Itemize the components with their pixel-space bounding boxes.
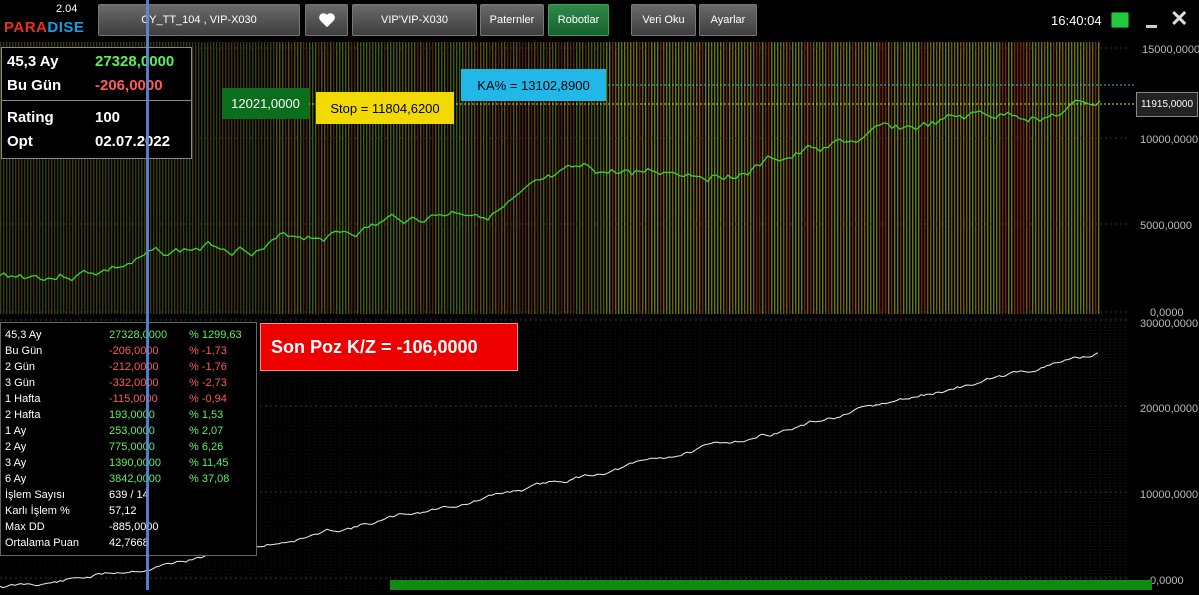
performance-percent: % -2,73 bbox=[189, 377, 227, 389]
performance-period: 6 Ay bbox=[5, 473, 27, 485]
performance-period: 3 Gün bbox=[5, 377, 35, 389]
logo-text: PARADISE bbox=[4, 19, 85, 36]
equity-axis-tick: 30000,0000 bbox=[1140, 318, 1199, 330]
performance-period: 2 Gün bbox=[5, 361, 35, 373]
cursor-line[interactable] bbox=[146, 0, 149, 590]
performance-percent: % -1,76 bbox=[189, 361, 227, 373]
performance-period: 1 Ay bbox=[5, 425, 27, 437]
connection-status-icon bbox=[1111, 12, 1129, 28]
minimize-button[interactable] bbox=[1146, 6, 1158, 30]
patterns-button[interactable]: Paternler bbox=[480, 4, 544, 36]
trade-stat-value: 57,12 bbox=[109, 505, 137, 517]
summary-box: 45,3 Ay 27328,0000 Bu Gün -206,0000 Rati… bbox=[1, 47, 192, 159]
summary-label: Bu Gün bbox=[7, 77, 62, 94]
equity-axis-tick: 0,0000 bbox=[1150, 575, 1184, 587]
performance-percent: % 1,53 bbox=[189, 409, 224, 421]
trade-stat-value: -885,0000 bbox=[109, 521, 159, 533]
performance-amount: -115,0000 bbox=[109, 393, 158, 405]
price-axis-tick: 15000,0000 bbox=[1142, 44, 1199, 56]
ka-tag: KA% = 13102,8900 bbox=[461, 69, 606, 101]
performance-period: Bu Gün bbox=[5, 345, 43, 357]
current-price-tag: 11915,0000 bbox=[1136, 92, 1198, 117]
summary-label: Opt bbox=[7, 133, 33, 150]
last-position-pnl: Son Poz K/Z = -106,0000 bbox=[260, 323, 518, 371]
trade-stat-value: 639 / 14 bbox=[109, 489, 149, 501]
heart-icon bbox=[318, 13, 335, 28]
data-read-button[interactable]: Veri Oku bbox=[631, 4, 696, 36]
performance-panel: 45,3 Ay 27328,0000 % 1299,63 Bu Gün -206,000… bbox=[0, 322, 257, 556]
performance-amount: 27328,0000 bbox=[109, 329, 168, 341]
trade-stat-row: İşlem Sayısı 639 / 14 bbox=[1, 487, 256, 503]
top-toolbar: 2.04 PARADISE CY_TT_104 , VIP-X030 VIP'V… bbox=[0, 0, 1199, 42]
performance-period: 2 Ay bbox=[5, 441, 27, 453]
performance-percent: % 1299,63 bbox=[189, 329, 242, 341]
progress-bar bbox=[390, 580, 1152, 590]
performance-percent: % 6,26 bbox=[189, 441, 224, 453]
opt-date-value: 02.07.2022 bbox=[95, 133, 171, 150]
performance-period: 2 Hafta bbox=[5, 409, 41, 421]
equity-axis-tick: 20000,0000 bbox=[1140, 403, 1199, 415]
performance-period: 45,3 Ay bbox=[5, 329, 42, 341]
performance-row: 1 Hafta -115,0000 % -0,94 bbox=[1, 391, 256, 407]
entry-price-tag: 12021,0000 bbox=[222, 88, 309, 119]
performance-percent: % -0,94 bbox=[189, 393, 227, 405]
performance-row: 3 Ay 1390,0000 % 11,45 bbox=[1, 455, 256, 471]
summary-today-value: -206,0000 bbox=[95, 77, 163, 94]
performance-period: 1 Hafta bbox=[5, 393, 41, 405]
trade-stat-label: Karlı İşlem % bbox=[5, 505, 70, 517]
strategy-select-button[interactable]: CY_TT_104 , VIP-X030 bbox=[98, 4, 300, 36]
performance-row: 2 Ay 775,0000% 6,26 bbox=[1, 439, 256, 455]
trade-stat-row: Ortalama Puan 42,7668 bbox=[1, 535, 256, 551]
app-logo: 2.04 PARADISE bbox=[2, 2, 94, 40]
stop-tag: Stop = 11804,6200 bbox=[316, 92, 454, 124]
robots-button[interactable]: Robotlar bbox=[548, 4, 609, 36]
close-button[interactable]: ✕ bbox=[1170, 6, 1188, 32]
price-axis-tick: 5000,0000 bbox=[1140, 220, 1192, 232]
performance-percent: % 37,08 bbox=[189, 473, 230, 485]
app-version: 2.04 bbox=[56, 3, 78, 15]
rating-value: 100 bbox=[95, 109, 121, 126]
performance-row: 45,3 Ay 27328,0000 % 1299,63 bbox=[1, 327, 256, 343]
performance-row: 6 Ay 3842,0000 % 37,08 bbox=[1, 471, 256, 487]
trade-stat-row: Karlı İşlem % 57,12 bbox=[1, 503, 256, 519]
trade-stat-label: İşlem Sayısı bbox=[5, 489, 65, 501]
favorite-button[interactable] bbox=[305, 4, 348, 36]
performance-row: Bu Gün -206,0000 % -1,73 bbox=[1, 343, 256, 359]
performance-row: 1 Ay 253,0000% 2,07 bbox=[1, 423, 256, 439]
performance-amount: 3842,0000 bbox=[109, 473, 161, 485]
performance-amount: -332,0000 bbox=[109, 377, 159, 389]
performance-percent: % 2,07 bbox=[189, 425, 224, 437]
trade-stat-label: Max DD bbox=[5, 521, 45, 533]
equity-axis-tick: 10000,0000 bbox=[1140, 489, 1199, 501]
symbol-select-button[interactable]: VIP'VIP-X030 bbox=[352, 4, 477, 36]
summary-label: 45,3 Ay bbox=[7, 53, 59, 70]
performance-row: 2 Hafta 193,0000% 1,53 bbox=[1, 407, 256, 423]
trade-stat-label: Ortalama Puan bbox=[5, 537, 79, 549]
summary-divider bbox=[2, 100, 191, 101]
settings-button[interactable]: Ayarlar bbox=[699, 4, 757, 36]
trade-stat-row: Max DD -885,0000 bbox=[1, 519, 256, 535]
performance-period: 3 Ay bbox=[5, 457, 27, 469]
performance-row: 2 Gün -212,0000 % -1,76 bbox=[1, 359, 256, 375]
clock: 16:40:04 bbox=[1051, 13, 1102, 28]
performance-percent: % -1,73 bbox=[189, 345, 227, 357]
price-axis-tick: 10000,0000 bbox=[1140, 134, 1199, 146]
performance-percent: % 11,45 bbox=[189, 457, 229, 469]
summary-label: Rating bbox=[7, 109, 54, 126]
summary-total-value: 27328,0000 bbox=[95, 53, 175, 70]
trade-stat-value: 42,7668 bbox=[109, 537, 149, 549]
performance-row: 3 Gün -332,0000 % -2,73 bbox=[1, 375, 256, 391]
performance-amount: -212,0000 bbox=[109, 361, 159, 373]
performance-amount: 1390,0000 bbox=[109, 457, 161, 469]
performance-amount: -206,0000 bbox=[109, 345, 159, 357]
